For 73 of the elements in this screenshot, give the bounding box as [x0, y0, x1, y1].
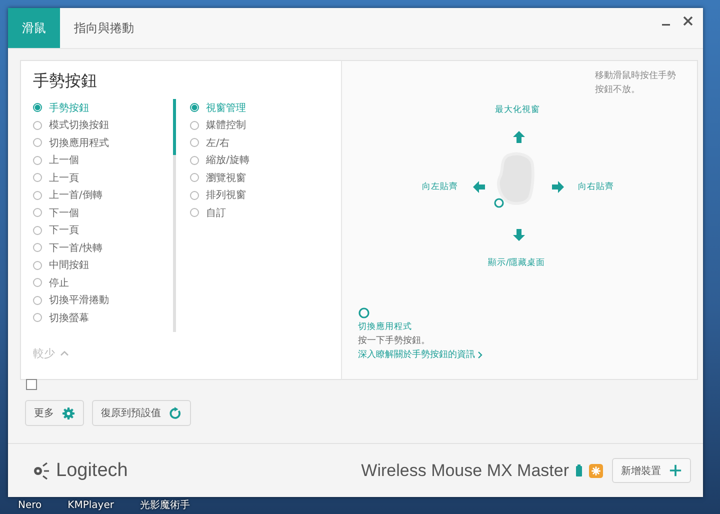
- action-title: 切換應用程式: [358, 321, 412, 334]
- radio-button[interactable]: [190, 156, 199, 165]
- desktop-icon-label[interactable]: 光影魔術手: [140, 499, 190, 512]
- option-label: 媒體控制: [206, 118, 246, 132]
- arrow-up-icon: [513, 131, 525, 143]
- caret-icon: [60, 350, 69, 357]
- radio-button[interactable]: [33, 296, 42, 305]
- radio-button[interactable]: [190, 138, 199, 148]
- reset-button[interactable]: 復原到預設值: [92, 400, 191, 426]
- radio-button[interactable]: [33, 156, 42, 165]
- radio-button[interactable]: [33, 243, 42, 252]
- radio-button[interactable]: [33, 278, 42, 288]
- desktop-icon-label[interactable]: Nero: [18, 499, 42, 512]
- radio-button[interactable]: [33, 138, 42, 148]
- radio-button[interactable]: [190, 173, 199, 182]
- checkbox[interactable]: [26, 378, 37, 390]
- radio-button[interactable]: [33, 120, 42, 130]
- gesture-label: 最大化視窗: [495, 104, 540, 116]
- click-indicator-icon: [358, 307, 370, 319]
- desktop-icon-label[interactable]: KMPlayer: [68, 499, 114, 512]
- option-label: 手勢按鈕: [49, 102, 89, 115]
- plus-icon: [669, 464, 682, 477]
- option-label: 停止: [49, 276, 69, 290]
- radio-button[interactable]: [33, 260, 42, 270]
- option-label: 上一首/倒轉: [49, 188, 102, 202]
- radio-button[interactable]: [190, 120, 199, 130]
- receiver-icon: [589, 464, 603, 478]
- reset-icon: [169, 406, 182, 420]
- option-label: 上一頁: [49, 172, 79, 185]
- option-label: 自訂: [206, 206, 226, 220]
- radio-button[interactable]: [190, 190, 199, 200]
- radio-button[interactable]: [33, 226, 42, 235]
- radio-button[interactable]: [33, 190, 42, 200]
- gesture-label: 向左貼齊: [422, 181, 458, 193]
- option-label: 視窗管理: [206, 102, 246, 115]
- arrow-right-icon: [552, 181, 564, 193]
- gesture-label: 向右貼齊: [578, 181, 614, 193]
- option-label: 中間按鈕: [49, 258, 89, 272]
- gesture-label: 顯示/隱藏桌面: [488, 257, 545, 269]
- battery-icon: [576, 464, 582, 477]
- chevron-icon: [477, 351, 483, 359]
- radio-button[interactable]: [33, 313, 42, 322]
- brand-name: Logitech: [56, 460, 128, 482]
- action-description: 按一下手勢按鈕。: [358, 334, 430, 348]
- option-label: 縮放/旋轉: [206, 154, 250, 168]
- option-label: 切換螢幕: [49, 312, 89, 325]
- option-label: 上一個: [49, 154, 79, 168]
- close-icon[interactable]: [683, 16, 693, 26]
- option-label: 瀏覽視窗: [206, 172, 246, 185]
- option-label: 排列視窗: [206, 188, 246, 202]
- option-label: 下一首/快轉: [49, 242, 102, 255]
- arrow-left-icon: [473, 181, 485, 193]
- gear-icon: [62, 406, 75, 420]
- radio-button[interactable]: [33, 173, 42, 182]
- option-label: 左/右: [206, 136, 230, 150]
- radio-button[interactable]: [190, 103, 199, 112]
- gesture-button-icon: [493, 197, 505, 209]
- arrow-down-icon: [513, 229, 525, 241]
- add-device-button[interactable]: 新增裝置: [612, 458, 691, 483]
- radio-button[interactable]: [190, 208, 199, 218]
- option-label: 下一頁: [49, 224, 79, 238]
- scrollbar-thumb[interactable]: [173, 99, 176, 155]
- tab[interactable]: 指向與捲動: [60, 8, 148, 48]
- radio-button[interactable]: [33, 103, 42, 112]
- panel-title: 手勢按鈕: [33, 71, 98, 92]
- option-label: 模式切換按鈕: [49, 118, 109, 132]
- option-label: 切換平滑捲動: [49, 294, 109, 308]
- radio-button[interactable]: [33, 208, 42, 218]
- option-label: 切換應用程式: [49, 136, 109, 150]
- device-name: Wireless Mouse MX Master: [361, 460, 569, 480]
- hint-text: 移動滑鼠時按住手勢按鈕不放。: [595, 70, 677, 97]
- more-button[interactable]: 更多: [25, 400, 84, 426]
- option-label: 下一個: [49, 206, 79, 220]
